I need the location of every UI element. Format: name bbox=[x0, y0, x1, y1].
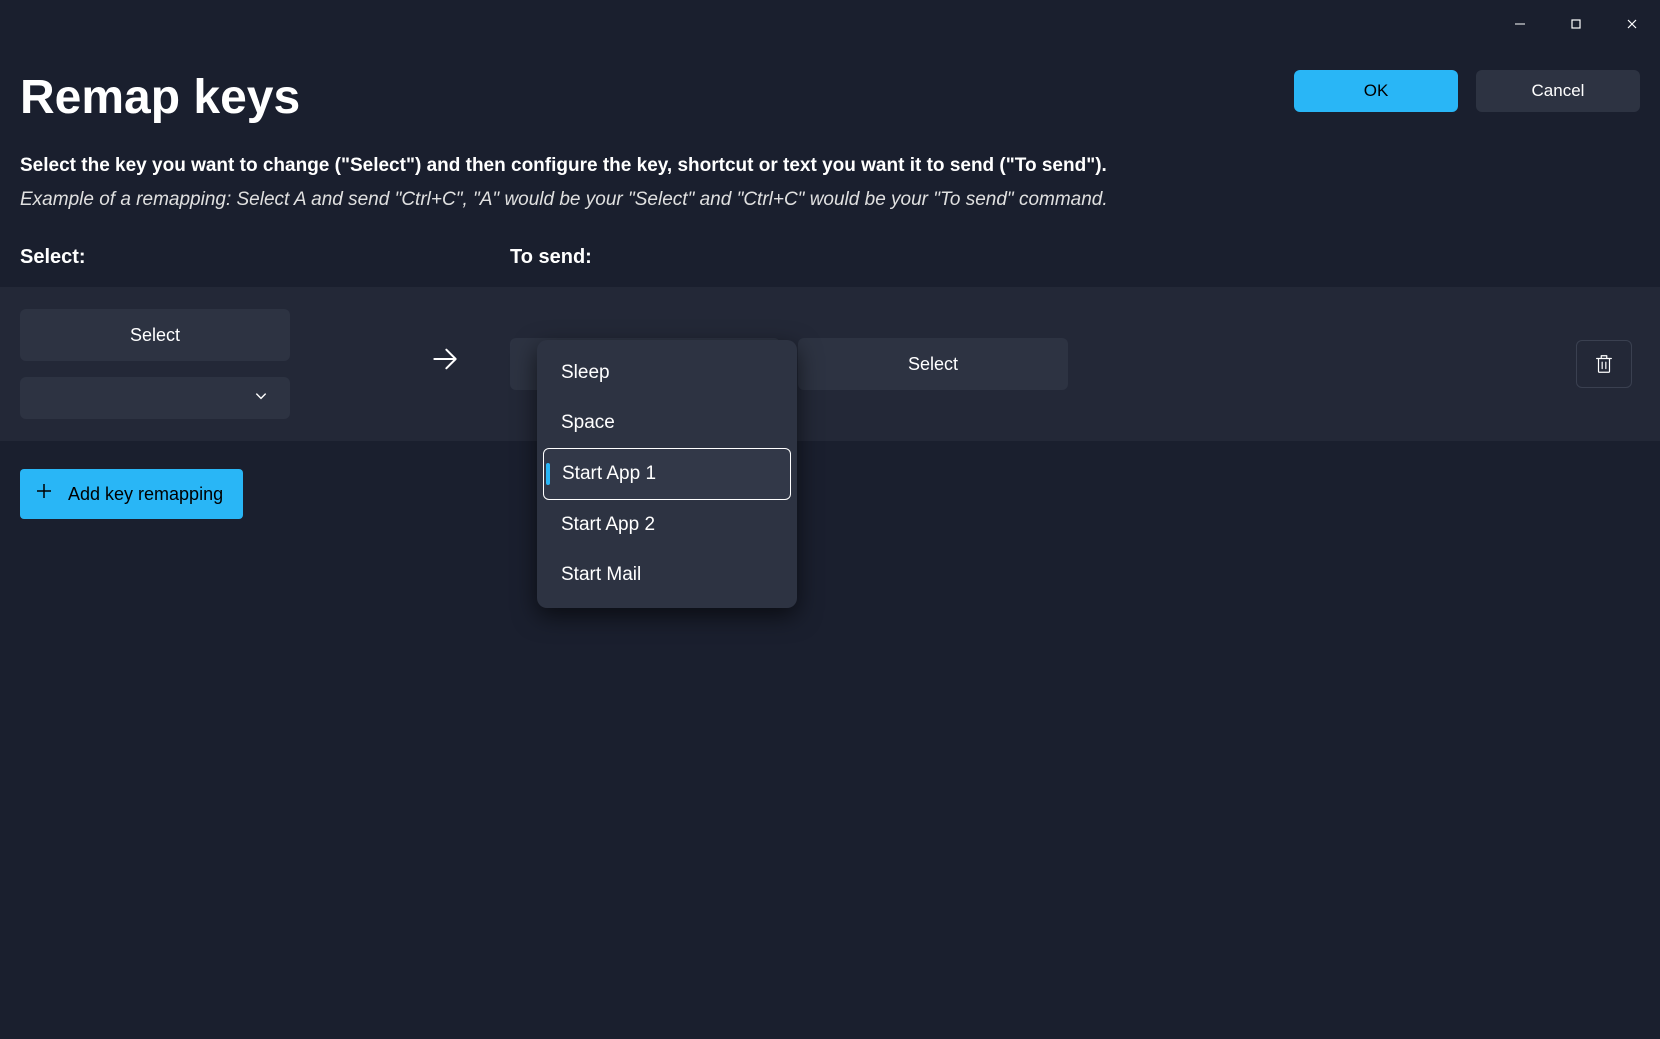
add-remapping-button[interactable]: Add key remapping bbox=[20, 469, 243, 519]
plus-icon bbox=[34, 481, 54, 507]
select-key-dropdown[interactable] bbox=[20, 377, 290, 419]
ok-button[interactable]: OK bbox=[1294, 70, 1458, 112]
column-headers: Select: To send: bbox=[20, 246, 1640, 269]
add-remapping-label: Add key remapping bbox=[68, 484, 223, 505]
description-text: Select the key you want to change ("Sele… bbox=[20, 155, 1640, 177]
maximize-icon bbox=[1570, 18, 1582, 30]
page-title: Remap keys bbox=[20, 70, 300, 125]
close-icon bbox=[1626, 18, 1638, 30]
dropdown-item-space[interactable]: Space bbox=[543, 398, 791, 448]
delete-row-button[interactable] bbox=[1576, 340, 1632, 388]
close-button[interactable] bbox=[1604, 8, 1660, 40]
trash-icon bbox=[1593, 352, 1615, 376]
maximize-button[interactable] bbox=[1548, 8, 1604, 40]
select-column: Select bbox=[20, 309, 380, 419]
window: Remap keys OK Cancel Select the key you … bbox=[0, 0, 1660, 1039]
dropdown-item-start-app-1[interactable]: Start App 1 bbox=[543, 448, 791, 500]
example-text: Example of a remapping: Select A and sen… bbox=[20, 189, 1640, 211]
content-area: Remap keys OK Cancel Select the key you … bbox=[0, 40, 1660, 1039]
minimize-button[interactable] bbox=[1492, 8, 1548, 40]
dropdown-item-start-app-2[interactable]: Start App 2 bbox=[543, 500, 791, 550]
select-column-header: Select: bbox=[20, 246, 510, 269]
chevron-down-icon bbox=[254, 389, 268, 408]
mapping-row: Select Select bbox=[0, 287, 1660, 441]
header-row: Remap keys OK Cancel bbox=[20, 40, 1640, 155]
tosend-column-header: To send: bbox=[510, 246, 592, 269]
select-key-button[interactable]: Select bbox=[20, 309, 290, 361]
arrow-right-icon bbox=[429, 343, 461, 375]
minimize-icon bbox=[1514, 18, 1526, 30]
titlebar-buttons bbox=[1492, 8, 1660, 40]
titlebar bbox=[0, 0, 1660, 40]
arrow-separator bbox=[380, 343, 510, 385]
dropdown-item-sleep[interactable]: Sleep bbox=[543, 348, 791, 398]
select-shortcut-button[interactable]: Select bbox=[798, 338, 1068, 390]
dropdown-item-start-mail[interactable]: Start Mail bbox=[543, 550, 791, 600]
dropdown-menu: Sleep Space Start App 1 Start App 2 Star… bbox=[537, 340, 797, 608]
cancel-button[interactable]: Cancel bbox=[1476, 70, 1640, 112]
action-buttons: OK Cancel bbox=[1294, 70, 1640, 112]
